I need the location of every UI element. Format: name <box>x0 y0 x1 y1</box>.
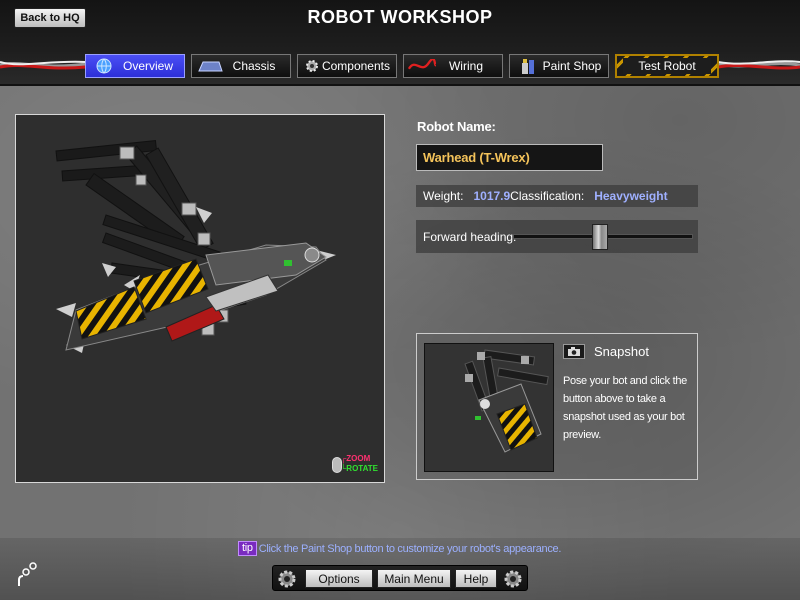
bottom-menu: Options Main Menu Help <box>272 565 528 591</box>
tab-label: Test Robot <box>623 58 711 74</box>
tab-label: Components <box>321 59 390 73</box>
hanger-hook-icon <box>18 562 37 586</box>
weight-label: Weight: <box>423 189 464 203</box>
weight-value: 1017.9 <box>473 189 511 203</box>
tab-components[interactable]: Components <box>297 54 397 78</box>
rotate-legend: └ROTATE <box>340 464 378 473</box>
robot-name-label: Robot Name: <box>417 119 496 134</box>
robot-3d-viewport[interactable]: ┌ZOOM └ROTATE <box>15 114 385 483</box>
snapshot-panel: Snapshot Pose your bot and click the but… <box>416 333 698 480</box>
snapshot-camera-button[interactable] <box>563 344 585 359</box>
paint-can-icon <box>514 57 542 75</box>
top-bar: Back to HQ ROBOT WORKSHOP Overview Chass… <box>0 0 800 86</box>
tab-label: Wiring <box>448 59 483 73</box>
tip-bar: tip Click the Paint Shop button to custo… <box>238 541 561 556</box>
tab-label: Paint Shop <box>542 59 602 73</box>
tab-paint-shop[interactable]: Paint Shop <box>509 54 609 78</box>
gear-icon <box>302 57 322 75</box>
help-button[interactable]: Help <box>455 569 497 588</box>
zoom-legend: ┌ZOOM <box>340 454 371 463</box>
snapshot-description: Pose your bot and click the button above… <box>563 375 687 441</box>
robot-model-render <box>55 139 336 353</box>
cable-decoration-right <box>718 60 800 70</box>
tab-wiring[interactable]: Wiring <box>403 54 503 78</box>
test-robot-button[interactable]: Test Robot <box>615 54 719 78</box>
robot-stats-row: Weight: 1017.9 Classification: Heavyweig… <box>416 185 698 207</box>
camera-icon <box>568 346 580 356</box>
gear-icon <box>504 570 522 588</box>
cable-decoration-left <box>0 60 86 70</box>
tab-chassis[interactable]: Chassis <box>191 54 291 78</box>
tab-overview[interactable]: Overview <box>85 54 185 78</box>
chassis-icon <box>196 57 224 75</box>
viewport-controls-legend: ┌ZOOM └ROTATE <box>341 454 378 474</box>
wire-icon <box>408 57 436 75</box>
tip-text: Click the Paint Shop button to customize… <box>258 542 562 555</box>
classification-value: Heavyweight <box>594 189 668 203</box>
snapshot-preview-image <box>424 343 554 472</box>
options-button[interactable]: Options <box>305 569 373 588</box>
gear-icon <box>278 570 296 588</box>
classification-label: Classification: <box>510 189 585 203</box>
tab-label: Overview <box>122 59 173 73</box>
tab-label: Chassis <box>232 59 276 73</box>
main-menu-button[interactable]: Main Menu <box>377 569 451 588</box>
forward-heading-label: Forward heading: <box>423 229 517 244</box>
tip-badge: tip <box>238 541 257 556</box>
page-title: ROBOT WORKSHOP <box>307 7 493 27</box>
forward-heading-row: Forward heading: <box>416 220 698 253</box>
robot-name-input[interactable]: Warhead (T-Wrex) <box>416 144 603 171</box>
globe-icon <box>90 57 118 75</box>
forward-heading-slider-thumb[interactable] <box>591 224 608 250</box>
snapshot-title: Snapshot <box>594 344 649 359</box>
